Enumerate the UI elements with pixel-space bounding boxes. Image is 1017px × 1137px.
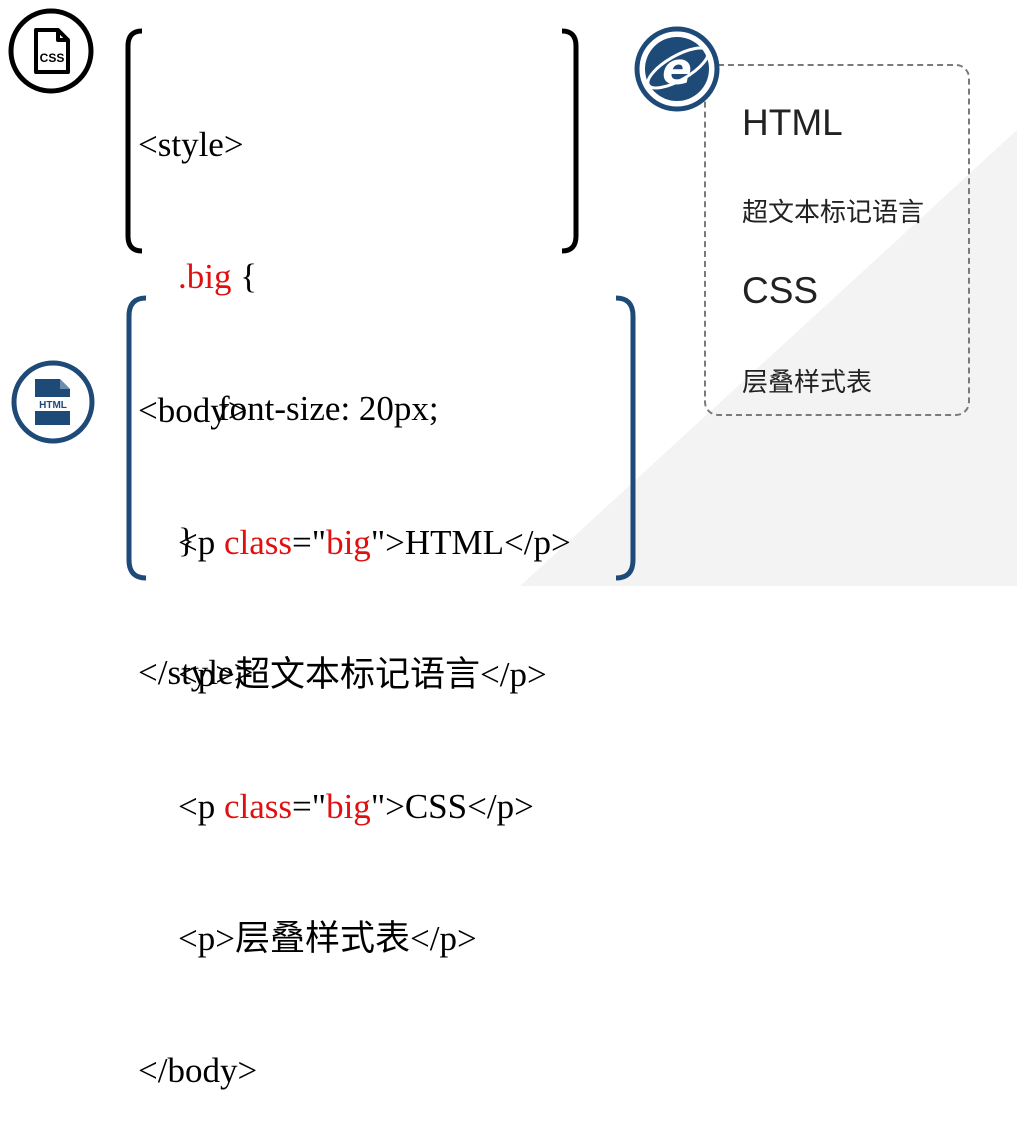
html-badge-text: HTML: [39, 400, 67, 411]
preview-cascading-text: 层叠样式表: [742, 368, 873, 398]
css-badge-text: CSS: [40, 51, 65, 65]
html-code-line: <p>超文本标记语言</p>: [178, 655, 547, 694]
css-file-icon: CSS: [6, 6, 96, 96]
css-code-line: .big {: [178, 257, 258, 296]
preview-css-text: CSS: [742, 270, 819, 311]
html-code-line: <body>: [138, 391, 248, 430]
html-code-line: <p>层叠样式表</p>: [178, 919, 477, 958]
preview-html-text: HTML: [742, 102, 843, 143]
html-code-line: <p class="big">CSS</p>: [178, 787, 534, 826]
browser-preview-panel: HTML 超文本标记语言 CSS 层叠样式表: [704, 64, 970, 416]
html-code-line: </body>: [138, 1051, 258, 1090]
html-code-block: <body> <p class="big">HTML</p> <p>超文本标记语…: [138, 301, 571, 1137]
css-code-line: <style>: [138, 125, 244, 164]
html-file-icon: HTML: [8, 357, 98, 447]
html-code-line: <p class="big">HTML</p>: [178, 523, 571, 562]
preview-hypertext-text: 超文本标记语言: [742, 198, 925, 228]
browser-ie-icon: e: [634, 26, 720, 112]
browser-letter: e: [662, 44, 692, 95]
selector-big: .big: [178, 257, 232, 296]
